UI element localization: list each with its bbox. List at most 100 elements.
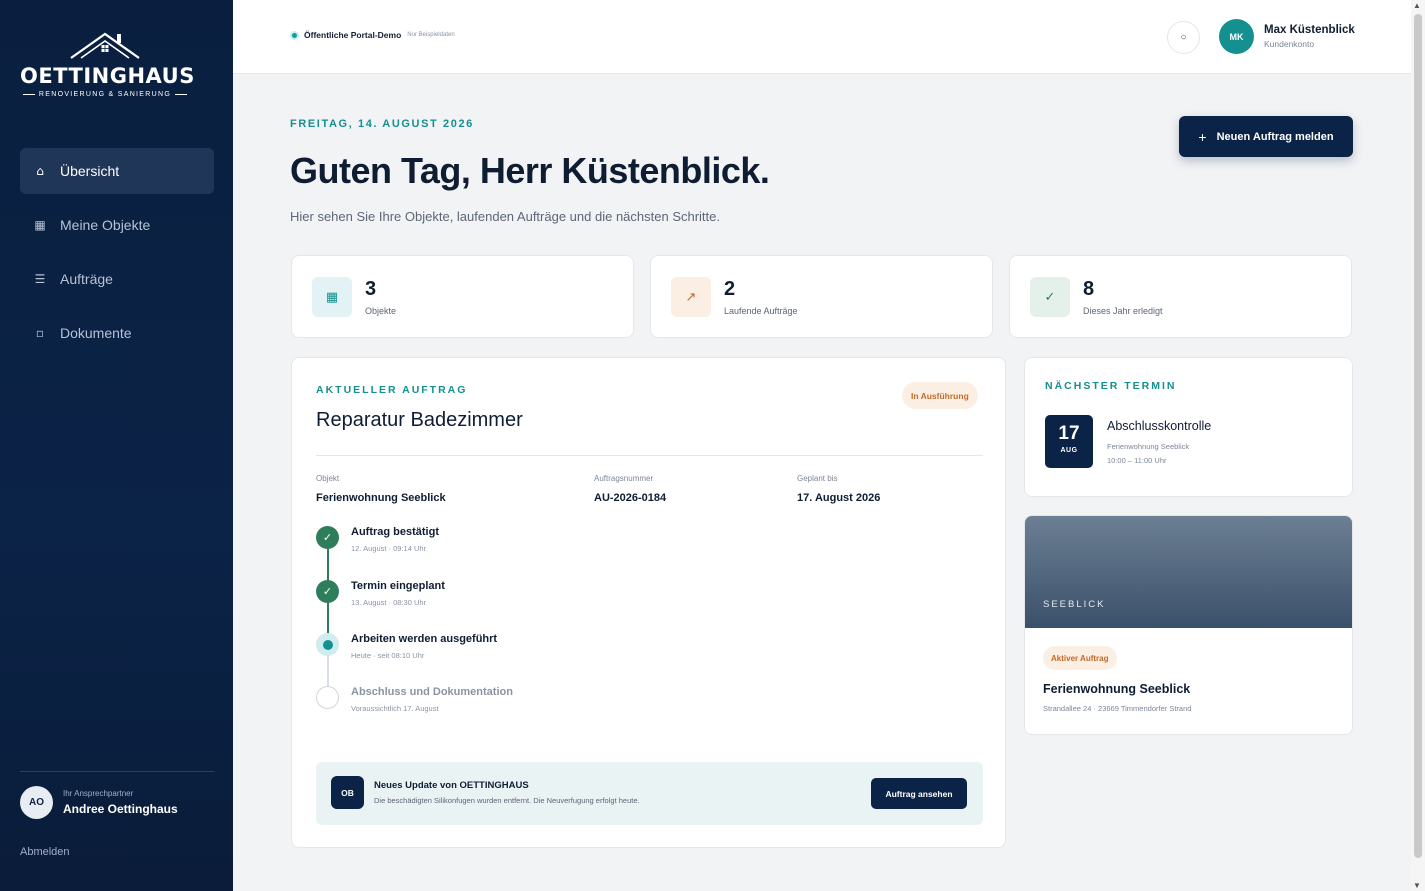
notification-button[interactable]: ○ (1167, 21, 1200, 54)
list-icon: ☰ (34, 272, 46, 286)
contact-name: Andree Oettinghaus (63, 802, 178, 816)
step-detail: 12. August · 09:14 Uhr (351, 544, 427, 553)
sidebar-item-meine-objekte[interactable]: ▦ Meine Objekte (20, 202, 214, 248)
order-title: Reparatur Badezimmer (316, 409, 523, 431)
user-menu[interactable]: MK Max Küstenblick Kundenkonto (1219, 19, 1355, 54)
brand-tagline-text: RENOVIERUNG & SANIERUNG (38, 91, 172, 98)
step-detail: 13. August · 08:30 Uhr (351, 598, 427, 607)
current-step-icon (316, 633, 339, 656)
scroll-down-icon[interactable]: ▼ (1413, 881, 1421, 890)
property-image: SEEBLICK (1025, 516, 1352, 628)
view-order-button[interactable]: Auftrag ansehen (871, 778, 967, 809)
step-detail: Voraussichtlich 17. August (351, 704, 439, 713)
home-icon: ⌂ (36, 164, 44, 178)
page-title: Guten Tag, Herr Küstenblick. (290, 150, 770, 191)
user-role: Kundenkonto (1264, 39, 1315, 49)
scroll-up-icon[interactable]: ▲ (1413, 1, 1421, 10)
sidebar-item-label: Aufträge (60, 271, 113, 287)
field-value: Ferienwohnung Seeblick (316, 492, 446, 504)
current-date: FREITAG, 14. AUGUST 2026 (290, 118, 474, 130)
appointment-day: 17 (1058, 423, 1080, 444)
building-icon: ▦ (312, 276, 352, 317)
demo-note: Nur Beispieldaten (407, 32, 455, 38)
property-image-label: SEEBLICK (1043, 599, 1106, 610)
sidebar-item-label: Dokumente (60, 325, 132, 341)
appointment-title: Abschlusskontrolle (1107, 419, 1212, 433)
sidebar-divider (20, 771, 214, 772)
field-value: AU-2026-0184 (594, 492, 667, 504)
scrollbar-thumb[interactable] (1414, 14, 1422, 858)
divider (316, 455, 983, 456)
update-text: Die beschädigten Silikonfugen wurden ent… (374, 796, 640, 805)
appointment-location: Ferienwohnung Seeblick (1107, 442, 1190, 451)
field-geplant-bis: Geplant bis 17. August 2026 (797, 474, 880, 504)
next-appointment-card[interactable]: NÄCHSTER TERMIN 17 AUG Abschlusskontroll… (1024, 357, 1353, 497)
logout-link[interactable]: Abmelden (20, 846, 70, 858)
sidebar: OETTINGHAUS RENOVIERUNG & SANIERUNG ⌂ Üb… (0, 0, 233, 891)
update-banner: OB Neues Update von OETTINGHAUS Die besc… (316, 762, 983, 825)
brand-logo[interactable]: OETTINGHAUS RENOVIERUNG & SANIERUNG (20, 28, 195, 98)
field-key: Objekt (316, 474, 340, 483)
user-name: Max Küstenblick (1264, 24, 1355, 36)
status-badge: In Ausführung (902, 382, 978, 409)
step-title: Abschluss und Dokumentation (351, 686, 513, 698)
section-label: AKTUELLER AUFTRAG (316, 384, 468, 396)
stat-card-objekte[interactable]: ▦ 3 Objekte (291, 255, 634, 338)
contact-label: Ihr Ansprechpartner (63, 789, 134, 798)
stat-value: 3 (365, 277, 377, 300)
status-dot-icon (290, 30, 299, 40)
stat-value: 2 (724, 277, 736, 300)
field-key: Geplant bis (797, 474, 838, 483)
appointment-time: 10:00 – 11:00 Uhr (1107, 456, 1167, 465)
pending-step-icon (316, 686, 339, 709)
trend-icon: ↗ (671, 276, 711, 317)
calendar-date-icon: 17 AUG (1045, 415, 1093, 468)
brand-tagline: RENOVIERUNG & SANIERUNG (20, 91, 190, 98)
field-key: Auftragsnummer (594, 474, 654, 483)
step-title: Arbeiten werden ausgeführt (351, 633, 498, 645)
stat-card-erledigt[interactable]: ✓ 8 Dieses Jahr erledigt (1009, 255, 1352, 338)
current-order-card: AKTUELLER AUFTRAG Reparatur Badezimmer I… (291, 357, 1006, 848)
property-card[interactable]: SEEBLICK Aktiver Auftrag Ferienwohnung S… (1024, 515, 1353, 735)
grid-icon: ▦ (34, 218, 46, 232)
demo-indicator: Öffentliche Portal-Demo Nur Beispieldate… (290, 30, 455, 40)
sidebar-item-dokumente[interactable]: ▫ Dokumente (20, 310, 214, 356)
stat-label: Dieses Jahr erledigt (1083, 305, 1163, 316)
contact-person: AO Ihr Ansprechpartner Andree Oettinghau… (20, 786, 178, 819)
new-order-label: Neuen Auftrag melden (1216, 130, 1334, 143)
section-label: NÄCHSTER TERMIN (1045, 380, 1177, 392)
new-order-button[interactable]: + Neuen Auftrag melden (1179, 116, 1353, 157)
sidebar-item-label: Meine Objekte (60, 217, 151, 233)
field-value: 17. August 2026 (797, 492, 881, 504)
field-auftragsnummer: Auftragsnummer AU-2026-0184 (594, 474, 666, 504)
property-name: Ferienwohnung Seeblick (1043, 682, 1191, 696)
brand-name: OETTINGHAUS (20, 64, 195, 88)
plus-icon: + (1198, 128, 1207, 145)
stat-label: Laufende Aufträge (724, 305, 798, 316)
sidebar-nav: ⌂ Übersicht ▦ Meine Objekte ☰ Aufträge ▫… (20, 148, 214, 364)
house-logo-icon (70, 32, 140, 59)
update-avatar: OB (331, 776, 364, 809)
stat-value: 8 (1083, 277, 1095, 300)
appointment-month: AUG (1060, 447, 1078, 454)
step-title: Termin eingeplant (351, 580, 445, 592)
step-detail: Heute · seit 08:10 Uhr (351, 651, 425, 660)
topbar: Öffentliche Portal-Demo Nur Beispieldate… (233, 0, 1411, 74)
field-objekt: Objekt Ferienwohnung Seeblick (316, 474, 446, 504)
check-icon: ✓ (1030, 276, 1070, 317)
update-title: Neues Update von OETTINGHAUS (374, 780, 529, 791)
step-title: Auftrag bestätigt (351, 526, 439, 538)
scrollbar[interactable]: ▲ ▼ (1411, 0, 1425, 891)
stat-card-laufende-auftraege[interactable]: ↗ 2 Laufende Aufträge (650, 255, 993, 338)
sidebar-item-auftraege[interactable]: ☰ Aufträge (20, 256, 214, 302)
status-badge: Aktiver Auftrag (1043, 646, 1117, 670)
sidebar-item-uebersicht[interactable]: ⌂ Übersicht (20, 148, 214, 194)
contact-avatar: AO (20, 786, 53, 819)
notification-icon: ○ (1180, 32, 1187, 43)
checkmark-icon: ✓ (316, 580, 339, 603)
stat-label: Objekte (365, 305, 397, 316)
document-icon: ▫ (35, 326, 45, 340)
avatar: MK (1219, 19, 1254, 54)
sidebar-item-label: Übersicht (60, 163, 120, 179)
checkmark-icon: ✓ (316, 526, 339, 549)
